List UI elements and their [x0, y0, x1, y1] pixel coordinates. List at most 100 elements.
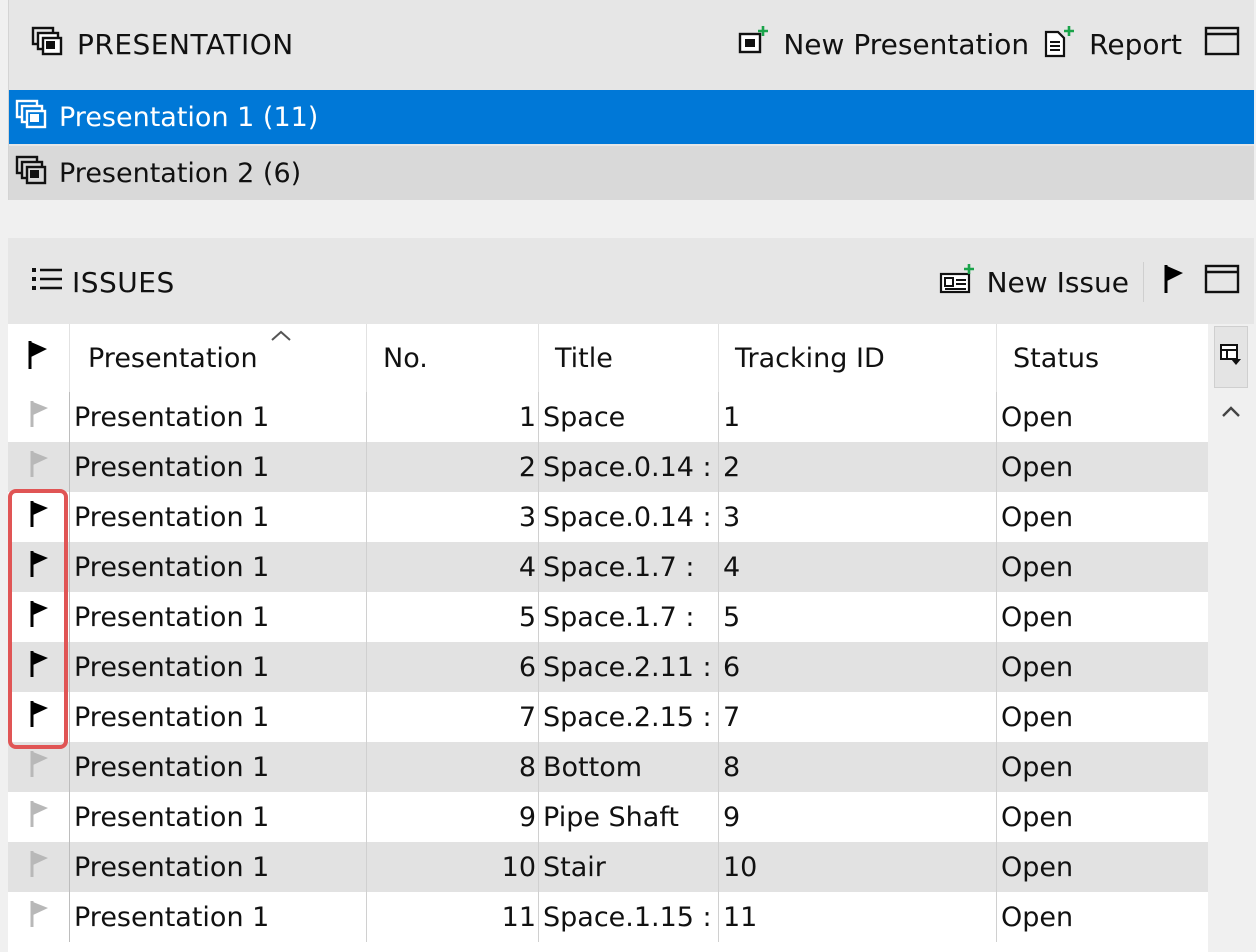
flag-outline-icon	[28, 399, 50, 436]
presentation-cell: Presentation 1	[70, 492, 367, 542]
flag-cell[interactable]	[8, 492, 70, 542]
title-cell: Space.0.14 :	[539, 492, 719, 542]
presentation-cell: Presentation 1	[70, 842, 367, 892]
flag-outline-icon	[28, 749, 50, 786]
issues-header: ISSUES New Issue	[8, 238, 1254, 326]
number-cell: 8	[367, 742, 539, 792]
tracking-id-cell: 11	[719, 892, 997, 942]
flag-cell[interactable]	[8, 392, 70, 442]
flag-cell[interactable]	[8, 892, 70, 942]
flag-cell[interactable]	[8, 842, 70, 892]
title-cell: Space	[539, 392, 719, 442]
status-cell: Open	[1001, 601, 1074, 633]
column-header-label: No.	[383, 342, 428, 374]
status-cell: Open	[1001, 551, 1074, 583]
column-header-label: Status	[1013, 342, 1100, 374]
presentation-cell: Presentation 1	[70, 542, 367, 592]
number-cell: 3	[367, 492, 539, 542]
presentation-stack-icon	[31, 26, 63, 63]
number-cell: 7	[367, 692, 539, 742]
report-icon	[1043, 24, 1077, 65]
new-presentation-icon	[737, 24, 771, 65]
table-row[interactable]: Presentation 1 7 Space.2.15 :7 Open	[8, 692, 1208, 742]
number-cell: 5	[367, 592, 539, 642]
column-chooser-button[interactable]	[1214, 326, 1248, 388]
status-cell: Open	[1001, 851, 1074, 883]
flag-cell[interactable]	[8, 742, 70, 792]
presentation-item-label: Presentation 1 (11)	[59, 101, 319, 133]
new-issue-label: New Issue	[986, 265, 1129, 299]
flag-filter-button[interactable]	[1162, 263, 1204, 302]
presentation-title: PRESENTATION	[31, 26, 294, 63]
title-cell: Space.1.7 :	[539, 592, 719, 642]
flag-icon	[28, 499, 50, 536]
presentation-maximize-button[interactable]	[1196, 26, 1240, 63]
status-cell: Open	[1001, 701, 1074, 733]
column-header-status[interactable]: Status	[997, 324, 1208, 392]
presentation-title-text: PRESENTATION	[77, 27, 294, 61]
column-header-no[interactable]: No.	[367, 324, 539, 392]
presentation-stack-icon	[15, 155, 47, 192]
table-row[interactable]: Presentation 1 3 Space.0.14 :3 Open	[8, 492, 1208, 542]
table-row[interactable]: Presentation 1 2 Space.0.14 :2 Open	[8, 442, 1208, 492]
table-row[interactable]: Presentation 1 10 Stair 10 Open	[8, 842, 1208, 892]
new-issue-button[interactable]: New Issue	[939, 262, 1129, 303]
presentation-cell: Presentation 1	[70, 442, 367, 492]
new-presentation-button[interactable]: New Presentation	[737, 24, 1029, 65]
number-cell: 9	[367, 792, 539, 842]
table-row[interactable]: Presentation 1 6 Space.2.11 :6 Open	[8, 642, 1208, 692]
title-cell: Stair	[539, 842, 719, 892]
issues-title-text: ISSUES	[72, 265, 175, 299]
presentation-actions: New Presentation Report	[723, 0, 1240, 88]
report-button[interactable]: Report	[1043, 24, 1182, 65]
issues-maximize-button[interactable]	[1204, 264, 1240, 301]
status-cell: Open	[1001, 801, 1074, 833]
column-header-label: Presentation	[88, 342, 258, 374]
table-row[interactable]: Presentation 1 11 Space.1.15 :11 Open	[8, 892, 1208, 942]
flag-cell[interactable]	[8, 642, 70, 692]
flag-outline-icon	[28, 449, 50, 486]
table-row[interactable]: Presentation 1 1 Space 1 Open	[8, 392, 1208, 442]
tracking-id-cell: 3	[719, 492, 997, 542]
table-row[interactable]: Presentation 1 9 Pipe Shaft 9 Open	[8, 792, 1208, 842]
title-cell: Bottom	[539, 742, 719, 792]
flag-cell[interactable]	[8, 792, 70, 842]
title-cell: Space.2.11 :	[539, 642, 719, 692]
flag-icon	[1162, 263, 1186, 302]
vertical-scrollbar[interactable]	[1208, 324, 1254, 952]
presentation-list-item[interactable]: Presentation 1 (11)	[9, 90, 1254, 144]
presentation-cell: Presentation 1	[70, 692, 367, 742]
presentation-list-item[interactable]: Presentation 2 (6)	[9, 146, 1254, 200]
column-header-label: Title	[555, 342, 613, 374]
column-header-title[interactable]: Title	[539, 324, 719, 392]
status-cell: Open	[1001, 901, 1074, 933]
column-header-tracking-id[interactable]: Tracking ID	[719, 324, 997, 392]
presentation-cell: Presentation 1	[70, 592, 367, 642]
flag-icon	[28, 699, 50, 736]
issues-panel: ISSUES New Issue Presentation No. Title …	[8, 238, 1254, 952]
number-cell: 6	[367, 642, 539, 692]
tracking-id-cell: 8	[719, 742, 997, 792]
column-header-flag[interactable]	[8, 324, 70, 392]
status-cell: Open	[1001, 651, 1074, 683]
flag-cell[interactable]	[8, 442, 70, 492]
flag-icon	[28, 649, 50, 686]
table-row[interactable]: Presentation 1 4 Space.1.7 :4 Open	[8, 542, 1208, 592]
number-cell: 10	[367, 842, 539, 892]
scroll-up-icon[interactable]	[1220, 400, 1242, 425]
flag-cell[interactable]	[8, 592, 70, 642]
presentation-header: PRESENTATION New Presentation Report	[9, 0, 1254, 88]
table-row[interactable]: Presentation 1 5 Space.1.7 :5 Open	[8, 592, 1208, 642]
flag-cell[interactable]	[8, 542, 70, 592]
flag-cell[interactable]	[8, 692, 70, 742]
table-row[interactable]: Presentation 1 8 Bottom 8 Open	[8, 742, 1208, 792]
panel-splitter[interactable]	[0, 200, 1256, 238]
flag-outline-icon	[28, 899, 50, 936]
tracking-id-cell: 6	[719, 642, 997, 692]
issues-title: ISSUES	[30, 265, 175, 300]
flag-icon	[26, 339, 50, 378]
title-cell: Space.1.15 :	[539, 892, 719, 942]
tracking-id-cell: 10	[719, 842, 997, 892]
title-cell: Space.1.7 :	[539, 542, 719, 592]
column-header-presentation[interactable]: Presentation	[70, 324, 367, 392]
